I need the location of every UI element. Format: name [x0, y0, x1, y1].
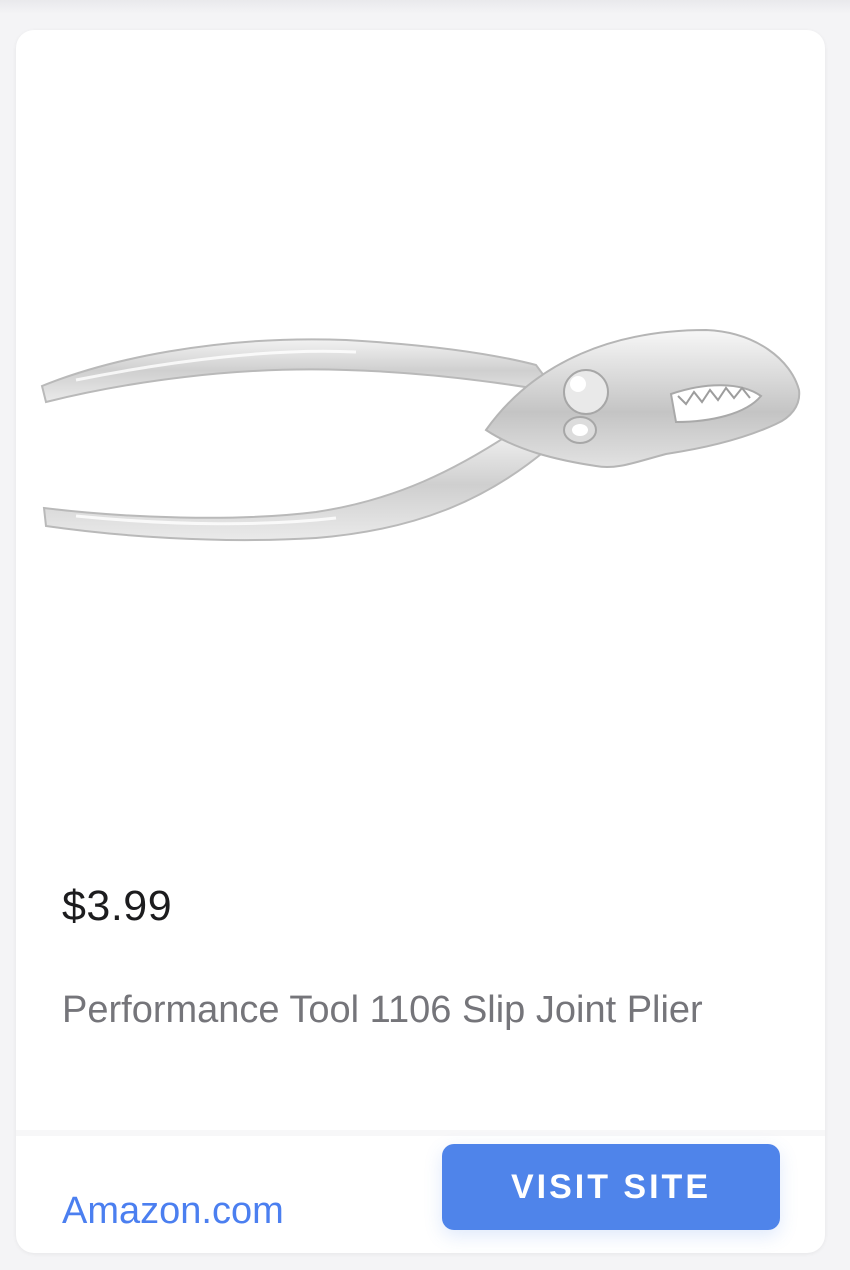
top-edge: [0, 0, 850, 14]
product-title[interactable]: Performance Tool 1106 Slip Joint Plier: [62, 980, 762, 1040]
merchant-link[interactable]: Amazon.com: [62, 1190, 284, 1233]
price: $3.99: [62, 882, 173, 930]
product-card[interactable]: $3.99 Performance Tool 1106 Slip Joint P…: [16, 30, 825, 1253]
pliers-image: [40, 328, 801, 542]
divider: [16, 1130, 825, 1136]
visit-site-button[interactable]: VISIT SITE: [442, 1144, 780, 1230]
product-image[interactable]: [16, 30, 825, 870]
